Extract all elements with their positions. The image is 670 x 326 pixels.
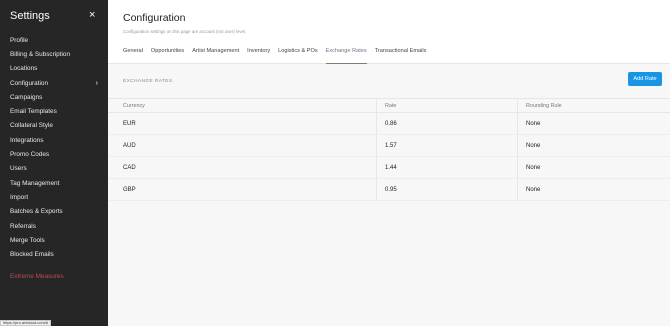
rounding-rule-cell: None <box>517 135 670 156</box>
sidebar-item-label: Referrals <box>10 222 36 230</box>
sidebar-item-label: Blocked Emails <box>10 251 54 259</box>
tab-transactional-emails[interactable]: Transactional Emails <box>375 44 427 64</box>
sidebar-item-integrations[interactable]: Integrations <box>0 133 108 147</box>
add-rate-button[interactable]: Add Rate <box>628 72 662 86</box>
rate-cell: 0.95 <box>376 179 517 200</box>
tab-logistics-pos[interactable]: Logistics & POs <box>278 44 317 64</box>
sidebar-item-blocked-emails[interactable]: Blocked Emails <box>0 247 108 261</box>
tab-opportunities[interactable]: Opportunities <box>151 44 184 64</box>
sidebar-item-label: Import <box>10 193 29 201</box>
chevron-right-icon: › <box>95 79 98 87</box>
rounding-rule-cell: None <box>517 157 670 178</box>
sidebar-item-label: Tag Management <box>10 179 60 187</box>
sidebar-item-referrals[interactable]: Referrals <box>0 219 108 233</box>
page-subtitle: Configuration settings on this page are … <box>123 29 247 34</box>
main-content: Configuration Configuration settings on … <box>108 0 670 326</box>
sidebar-item-label: Configuration <box>10 79 49 87</box>
sidebar-item-configuration[interactable]: Configuration › <box>0 76 108 90</box>
sidebar-item-promo-codes[interactable]: Promo Codes <box>0 147 108 161</box>
sidebar-item-label: Users <box>10 165 27 173</box>
sidebar-nav: Profile Billing & Subscription Locations… <box>0 33 108 284</box>
table-row[interactable]: GBP 0.95 None <box>108 179 670 201</box>
sidebar-item-collateral-style[interactable]: Collateral Style <box>0 119 108 133</box>
column-header-rounding-rule[interactable]: Rounding Rule <box>517 99 670 112</box>
sidebar-item-import[interactable]: Import <box>0 190 108 204</box>
sidebar-item-label: Batches & Exports <box>10 208 63 216</box>
sidebar-item-tag-management[interactable]: Tag Management <box>0 176 108 190</box>
tab-artist-management[interactable]: Artist Management <box>192 44 239 64</box>
sidebar-item-label: Profile <box>10 36 29 44</box>
sidebar-item-label: Promo Codes <box>10 151 50 159</box>
sidebar-item-email-templates[interactable]: Email Templates <box>0 104 108 118</box>
exchange-rates-table: Currency Rate Rounding Rule EUR 0.86 Non… <box>108 98 670 201</box>
table-header: Currency Rate Rounding Rule <box>108 98 670 113</box>
status-url: https://pro.artcloud.com/# <box>0 320 52 326</box>
sidebar-item-label: Integrations <box>10 136 44 144</box>
sidebar-item-campaigns[interactable]: Campaigns <box>0 90 108 104</box>
tab-general[interactable]: General <box>123 44 143 64</box>
tab-inventory[interactable]: Inventory <box>247 44 270 64</box>
tab-exchange-rates[interactable]: Exchange Rates <box>325 44 367 64</box>
sidebar-title: Settings <box>10 10 50 22</box>
sidebar-item-label: Collateral Style <box>10 122 53 130</box>
sidebar-item-label: Campaigns <box>10 93 43 101</box>
page-header: Configuration Configuration settings on … <box>108 0 670 64</box>
sidebar-item-label: Locations <box>10 65 38 73</box>
rate-cell: 0.86 <box>376 113 517 134</box>
rate-cell: 1.44 <box>376 157 517 178</box>
settings-sidebar: Settings × Profile Billing & Subscriptio… <box>0 0 108 326</box>
sidebar-item-merge-tools[interactable]: Merge Tools <box>0 233 108 247</box>
tab-bar: General Opportunities Artist Management … <box>123 44 434 64</box>
sidebar-item-label: Merge Tools <box>10 236 45 244</box>
rounding-rule-cell: None <box>517 179 670 200</box>
column-header-currency[interactable]: Currency <box>108 99 376 112</box>
table-row[interactable]: CAD 1.44 None <box>108 157 670 179</box>
sidebar-item-label: Email Templates <box>10 108 57 116</box>
table-row[interactable]: AUD 1.57 None <box>108 135 670 157</box>
sidebar-item-label: Extreme Measures <box>10 273 64 281</box>
close-icon[interactable]: × <box>89 8 95 22</box>
table-row[interactable]: EUR 0.86 None <box>108 113 670 135</box>
currency-cell: GBP <box>123 186 136 193</box>
page-title: Configuration <box>123 12 186 24</box>
sidebar-item-label: Billing & Subscription <box>10 50 71 58</box>
currency-cell: AUD <box>123 142 136 149</box>
sidebar-item-users[interactable]: Users <box>0 162 108 176</box>
currency-cell: EUR <box>123 120 136 127</box>
rate-cell: 1.57 <box>376 135 517 156</box>
sidebar-item-billing[interactable]: Billing & Subscription <box>0 47 108 61</box>
rounding-rule-cell: None <box>517 113 670 134</box>
sidebar-item-extreme-measures[interactable]: Extreme Measures <box>0 270 108 284</box>
sidebar-item-locations[interactable]: Locations <box>0 62 108 76</box>
section-heading: EXCHANGE RATES <box>123 79 173 84</box>
currency-cell: CAD <box>123 164 136 171</box>
sidebar-item-profile[interactable]: Profile <box>0 33 108 47</box>
column-header-rate[interactable]: Rate <box>376 99 517 112</box>
sidebar-item-batches-exports[interactable]: Batches & Exports <box>0 205 108 219</box>
